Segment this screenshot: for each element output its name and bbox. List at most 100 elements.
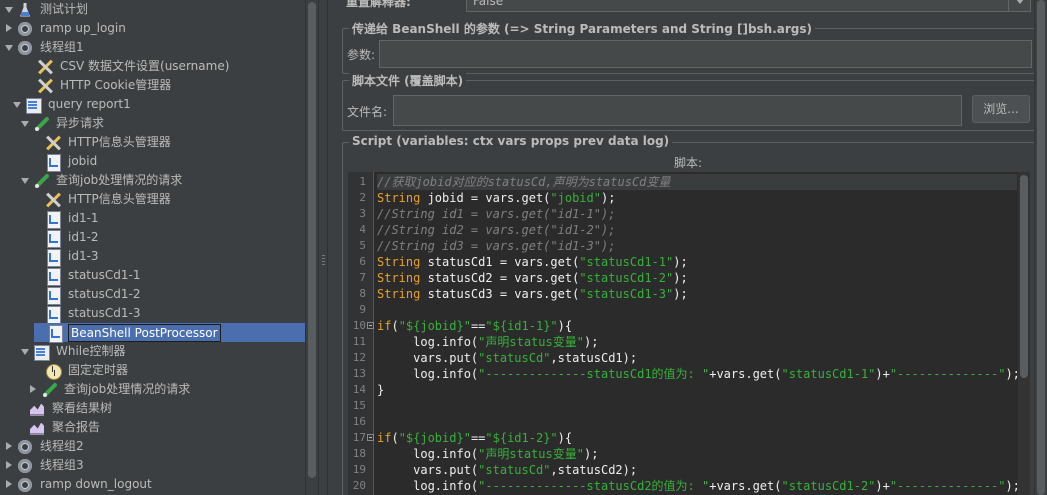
tree-node[interactable]: ramp up_login — [4, 19, 128, 38]
code-line[interactable]: //获取jobid对应的statusCd,声明为statusCd变量 — [377, 174, 1017, 190]
document-icon — [45, 267, 61, 286]
tree-node[interactable]: 聚合报告 — [16, 418, 102, 437]
tree-node[interactable]: 固定定时器 — [32, 361, 130, 380]
expanded-arrow-icon[interactable] — [20, 114, 30, 133]
panel-scrollbar-thumb[interactable] — [1037, 0, 1045, 495]
tree-node-label: 固定定时器 — [68, 363, 129, 377]
collapsed-arrow-icon[interactable] — [28, 380, 38, 399]
panel-splitter[interactable] — [318, 0, 328, 495]
tree-node[interactable]: query report1 — [12, 95, 133, 114]
test-plan-tree[interactable]: 测试计划 ramp up_login 线程组1 CSV 数据文件设置(username… — [0, 0, 318, 495]
tree-node[interactable]: 线程组1 — [4, 38, 86, 57]
expanded-arrow-icon[interactable] — [20, 171, 30, 190]
tree-node[interactable]: statusCd1-1 — [32, 266, 142, 286]
tree-node[interactable]: 线程组2 — [4, 437, 86, 456]
code-line[interactable]: //String id3 = vars.get("id1-3"); — [377, 238, 615, 254]
chevron-down-icon[interactable] — [1008, 0, 1030, 11]
code-line[interactable]: vars.put("statusCd",statusCd1); — [377, 350, 637, 366]
tree-node-label: id1-1 — [68, 211, 99, 225]
controller-icon — [25, 97, 42, 114]
tree-node[interactable]: HTTP信息头管理器 — [32, 190, 173, 209]
fold-toggle-icon[interactable] — [367, 434, 374, 441]
line-number: 3 — [359, 207, 366, 220]
gear-icon — [17, 21, 33, 37]
code-line[interactable]: String statusCd3 = vars.get("statusCd1-3… — [377, 286, 688, 302]
parameters-group: 传递给 BeanShell 的参数 (=> String Parameters … — [342, 20, 1035, 74]
tree-node[interactable]: CSV 数据文件设置(username) — [24, 57, 231, 76]
expanded-arrow-icon[interactable] — [20, 342, 30, 361]
expanded-arrow-icon[interactable] — [4, 38, 14, 57]
collapsed-arrow-icon[interactable] — [4, 437, 14, 456]
tree-node[interactable]: 查询job处理情况的请求 — [20, 171, 184, 190]
expanded-arrow-icon[interactable] — [12, 95, 22, 114]
line-number: 17 — [352, 431, 366, 444]
tree-node-label: 聚合报告 — [52, 420, 101, 434]
tree-node[interactable]: HTTP信息头管理器 — [32, 133, 173, 152]
line-number: 5 — [359, 239, 366, 252]
tree-node[interactable]: jobid — [32, 152, 99, 172]
tree-node-label: 查询job处理情况的请求 — [64, 382, 191, 396]
editor-scrollbar-thumb[interactable] — [1020, 175, 1028, 378]
tree-node[interactable]: id1-3 — [32, 247, 101, 267]
tree-node-label: statusCd1-2 — [68, 287, 141, 301]
code-line[interactable]: String statusCd2 = vars.get("statusCd1-2… — [377, 270, 688, 286]
code-line[interactable]: log.info("声明status变量"); — [377, 334, 598, 350]
code-line[interactable]: if("${jobid}"=="${id1-2}"){ — [377, 430, 572, 446]
tree-node-label: jobid — [68, 154, 98, 168]
tree-node[interactable]: id1-1 — [32, 209, 101, 229]
script-editor[interactable]: 1 2 3 4 5 6 7 8 9 10 11 12 13 14 15 16 17 18 19 20 //获取jobi… — [348, 172, 1030, 495]
collapsed-arrow-icon[interactable] — [4, 475, 14, 494]
tree-scrollbar-thumb[interactable] — [308, 2, 316, 478]
code-line[interactable]: //String id1 = vars.get("id1-1"); — [377, 206, 615, 222]
code-line[interactable]: if("${jobid}"=="${id1-1}"){ — [377, 318, 572, 334]
code-line[interactable]: vars.put("statusCd",statusCd2); — [377, 462, 637, 478]
tree-node-label: HTTP Cookie管理器 — [60, 78, 172, 92]
code-line[interactable]: log.info("--------------statusCd2的值为: "+… — [377, 478, 1020, 494]
tree-node[interactable]: id1-2 — [32, 228, 101, 248]
gear-icon — [17, 477, 33, 493]
tree-node[interactable]: statusCd1-3 — [32, 304, 142, 324]
code-line[interactable]: } — [377, 382, 384, 398]
code-line[interactable]: //String id2 = vars.get("id1-2"); — [377, 222, 615, 238]
tree-node[interactable]: HTTP Cookie管理器 — [24, 76, 173, 95]
browse-button[interactable]: 浏览... — [972, 95, 1030, 123]
parameters-input[interactable] — [379, 40, 1032, 68]
tree-node-label: 查询job处理情况的请求 — [56, 173, 183, 187]
tree-node[interactable]: 线程组3 — [4, 456, 86, 475]
code-line[interactable]: log.info("声明status变量"); — [377, 446, 598, 462]
collapsed-arrow-icon[interactable] — [4, 456, 14, 475]
collapsed-arrow-icon[interactable] — [4, 19, 14, 38]
file-name-input[interactable] — [393, 95, 962, 126]
splitter-grip — [322, 255, 325, 267]
gear-icon — [17, 40, 33, 56]
file-name-label: 文件名: — [347, 105, 388, 119]
tree-node[interactable]: 察看结果树 — [16, 399, 114, 418]
beanshell-postprocessor-panel: 重置解释器: False 传递给 BeanShell 的参数 (=> Strin… — [328, 0, 1047, 495]
line-number: 1 — [359, 175, 366, 188]
tree-node[interactable]: 测试计划 — [4, 0, 90, 19]
tree-node[interactable]: ramp down_logout — [4, 475, 154, 494]
fold-toggle-icon[interactable] — [367, 322, 374, 329]
tree-node-label: HTTP信息头管理器 — [68, 192, 171, 206]
code-line[interactable]: String statusCd1 = vars.get("statusCd1-1… — [377, 254, 688, 270]
tree-node[interactable]: 异步请求 — [20, 114, 106, 133]
script-legend: Script (variables: ctx vars props prev d… — [349, 134, 673, 148]
expanded-arrow-icon[interactable] — [4, 0, 14, 19]
script-file-legend: 脚本文件 (覆盖脚本) — [349, 72, 467, 89]
tree-node[interactable]: While控制器 — [20, 342, 128, 361]
tree-node-label: statusCd1-1 — [68, 268, 141, 282]
tree-node[interactable]: BeanShell PostProcessor — [34, 323, 305, 343]
tree-node-label: ramp up_login — [40, 21, 126, 35]
line-number: 15 — [352, 399, 366, 412]
tree-node[interactable]: statusCd1-2 — [32, 285, 142, 305]
tree-node[interactable]: 查询job处理情况的请求 — [28, 380, 192, 399]
reset-interpreter-value: False — [473, 0, 504, 8]
reset-interpreter-select[interactable]: False — [466, 0, 1031, 12]
pipette-icon — [41, 382, 57, 398]
tree-node-label: CSV 数据文件设置(username) — [60, 59, 230, 73]
code-line[interactable]: log.info("--------------statusCd1的值为: "+… — [377, 366, 1020, 382]
code-line[interactable]: String jobid = vars.get("jobid"); — [377, 190, 615, 206]
